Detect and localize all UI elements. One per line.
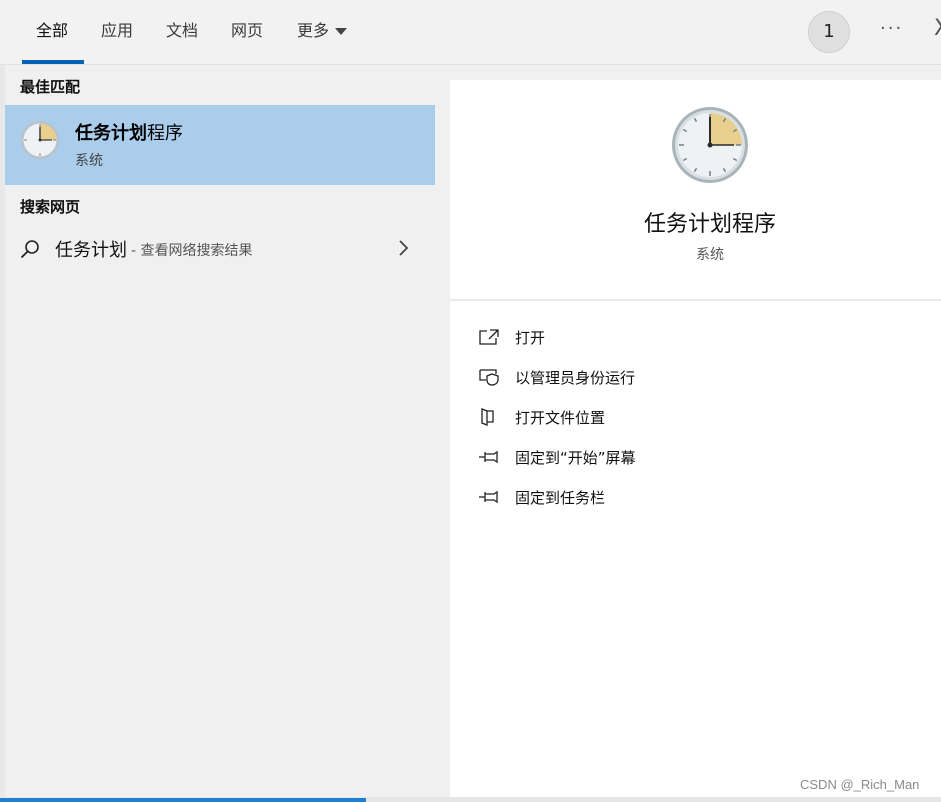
tab-all[interactable]: 全部 (36, 20, 68, 42)
action-open[interactable]: 打开 (478, 326, 898, 350)
folder-icon (481, 408, 494, 426)
action-run-as-admin-label: 以管理员身份运行 (515, 369, 636, 387)
open-icon (479, 329, 499, 345)
detail-panel: 任务计划程序 系统 打开 以管理员身份运行 打开文件位置 固定到“开始”屏幕 固… (450, 80, 941, 800)
web-search-suggestion[interactable]: 任务计划 - 查看网络搜索结果 (5, 230, 435, 270)
task-scheduler-clock-icon (672, 107, 748, 183)
web-search-term: 任务计划 (55, 240, 127, 261)
best-match-heading: 最佳匹配 (20, 78, 81, 96)
app-title: 任务计划程序 (643, 212, 776, 237)
best-match-title: 任务计划程序 (75, 119, 183, 145)
watermark: CSDN @_Rich_Man (800, 777, 920, 792)
best-match-title-bold: 任务计划 (75, 123, 147, 144)
action-pin-to-start-label: 固定到“开始”屏幕 (515, 449, 636, 467)
more-options-button[interactable]: ··· (880, 18, 903, 39)
web-search-heading: 搜索网页 (20, 198, 81, 216)
best-match-subtitle: 系统 (75, 153, 103, 169)
pin-icon (479, 490, 498, 504)
tab-more-label: 更多 (297, 21, 330, 40)
web-search-description: - 查看网络搜索结果 (131, 243, 253, 259)
best-match-title-rest: 程序 (147, 123, 183, 144)
rewards-badge[interactable]: 1 (808, 11, 850, 53)
action-open-file-location-label: 打开文件位置 (515, 409, 606, 427)
search-box-accent (0, 798, 366, 802)
close-button[interactable]: X (934, 16, 941, 41)
chevron-right-icon[interactable] (397, 238, 411, 258)
pin-icon (479, 450, 498, 464)
action-open-label: 打开 (515, 329, 546, 347)
tab-documents[interactable]: 文档 (166, 20, 198, 42)
app-subtitle: 系统 (696, 247, 724, 263)
search-icon (20, 240, 39, 259)
filter-bar: 全部 应用 文档 网页 更多 1 ··· X (0, 0, 941, 65)
tab-more[interactable]: 更多 (297, 20, 348, 42)
results-panel: 最佳匹配 任务计划程序 系统 搜索网页 任务计划 - 查看网络搜索结果 (5, 65, 435, 797)
action-open-file-location[interactable]: 打开文件位置 (478, 406, 898, 430)
action-pin-to-taskbar-label: 固定到任务栏 (515, 489, 606, 507)
tab-web[interactable]: 网页 (231, 20, 263, 42)
chevron-down-icon (335, 28, 348, 35)
detail-header: 任务计划程序 系统 (450, 80, 941, 300)
task-scheduler-clock-icon (21, 121, 59, 159)
best-match-item[interactable]: 任务计划程序 系统 (5, 105, 435, 185)
active-tab-indicator (22, 60, 84, 64)
action-pin-to-start[interactable]: 固定到“开始”屏幕 (478, 446, 898, 470)
action-pin-to-taskbar[interactable]: 固定到任务栏 (478, 486, 898, 510)
divider (450, 299, 941, 301)
tab-apps[interactable]: 应用 (101, 20, 133, 42)
action-run-as-admin[interactable]: 以管理员身份运行 (478, 366, 898, 390)
shield-icon (479, 369, 499, 386)
